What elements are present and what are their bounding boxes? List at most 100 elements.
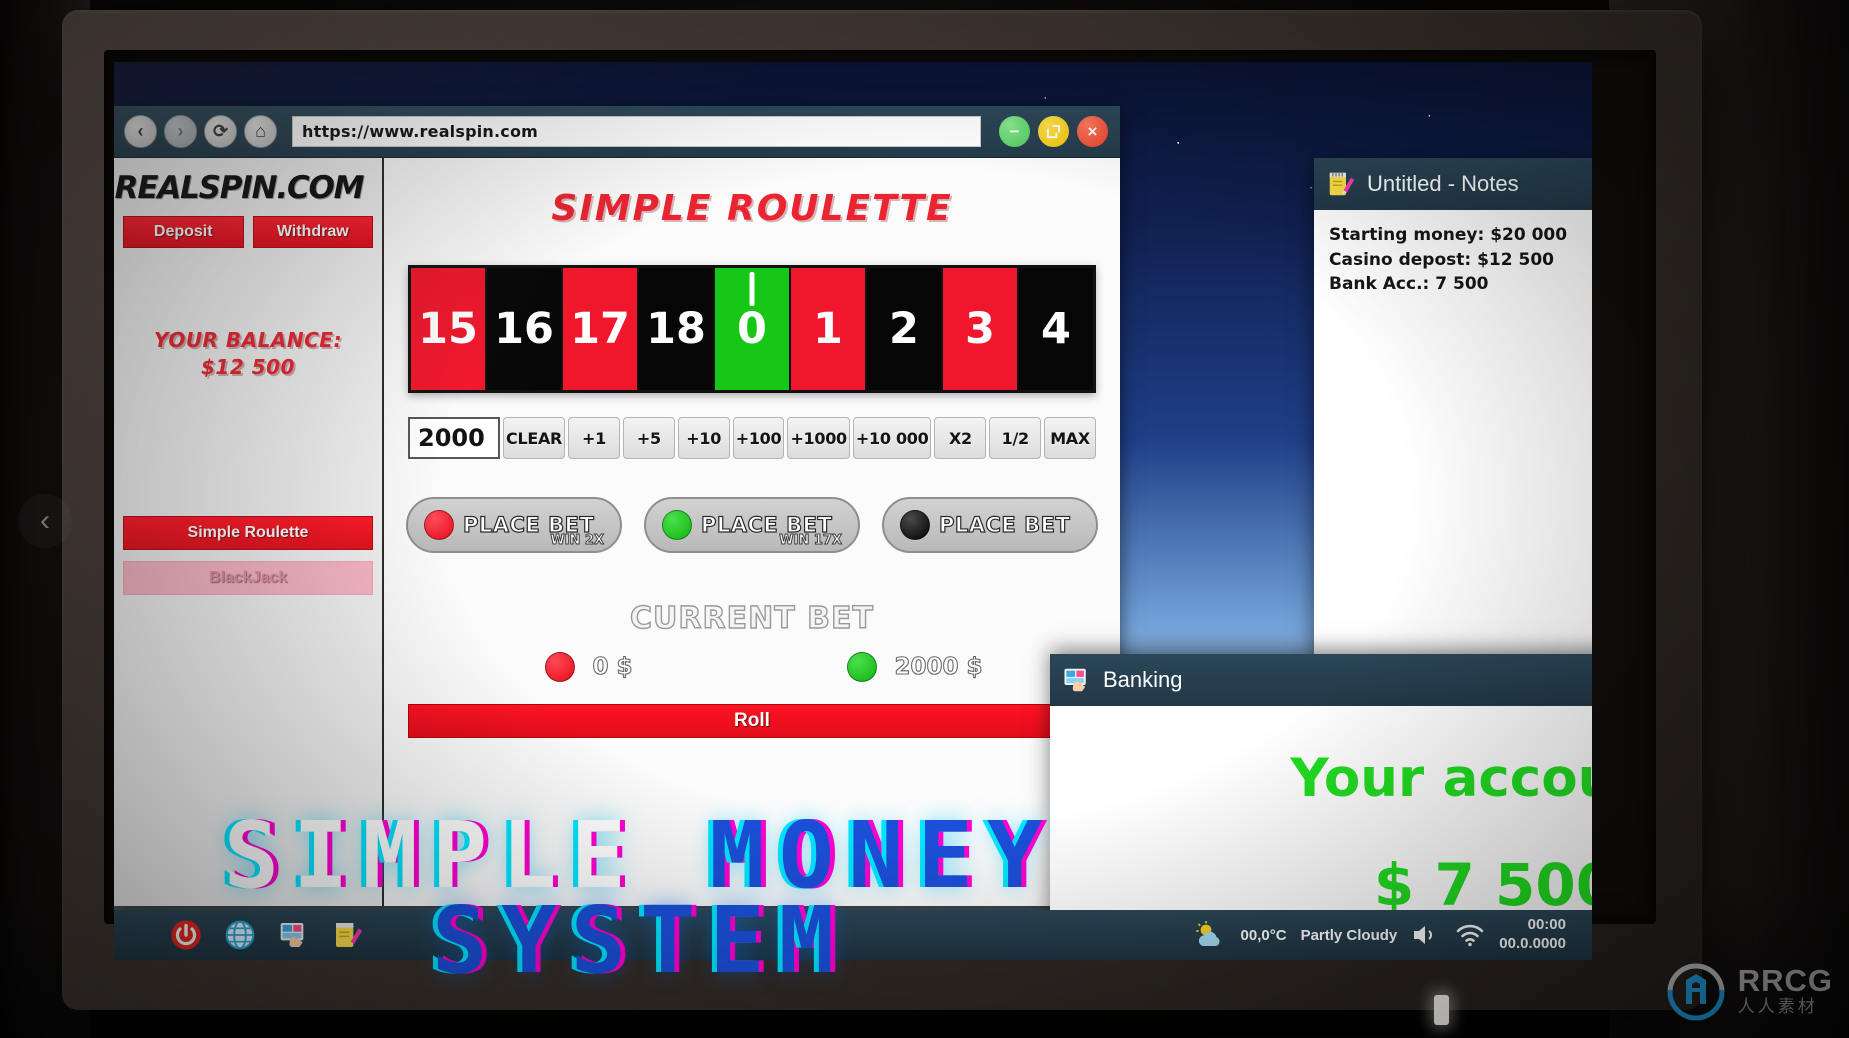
notes-titlebar[interactable]: Untitled - Notes − bbox=[1314, 158, 1592, 210]
browser-close-button[interactable]: × bbox=[1077, 116, 1108, 147]
home-button[interactable]: ⌂ bbox=[244, 115, 277, 148]
taskbar-status-area: 00,0°C Partly Cloudy 00:00 00.0.0000 bbox=[1193, 916, 1582, 954]
wheel-slot[interactable]: 4 bbox=[1019, 268, 1093, 390]
bet-clear-button[interactable]: CLEAR bbox=[503, 417, 566, 459]
bet-plus-1-button[interactable]: +1 bbox=[568, 417, 620, 459]
clock-date: 00.0.0000 bbox=[1499, 935, 1566, 952]
gallery-prev-button[interactable]: ‹ bbox=[18, 494, 72, 548]
wheel-slot-active[interactable]: 0 bbox=[715, 268, 791, 390]
banking-titlebar[interactable]: Banking bbox=[1050, 654, 1592, 706]
back-button[interactable]: ‹ bbox=[124, 115, 157, 148]
clock[interactable]: 00:00 00.0.0000 bbox=[1499, 916, 1566, 954]
power-icon[interactable] bbox=[170, 919, 202, 951]
url-text: https://www.realspin.com bbox=[302, 122, 539, 141]
url-input[interactable]: https://www.realspin.com bbox=[292, 116, 981, 147]
notes-title: Untitled - Notes bbox=[1367, 171, 1519, 196]
balance-label: YOUR BALANCE: bbox=[154, 328, 342, 352]
game-item-blackjack[interactable]: BlackJack bbox=[123, 561, 373, 595]
roulette-wheel: 15 16 17 18 0 1 2 3 4 bbox=[408, 265, 1096, 393]
wifi-icon[interactable] bbox=[1455, 922, 1485, 948]
wheel-pointer bbox=[749, 272, 755, 306]
current-bet-red: 0 $ bbox=[426, 652, 752, 682]
bet-plus-10-button[interactable]: +10 bbox=[677, 417, 730, 459]
browser-content: REALSPIN.COM Deposit Withdraw YOUR BALAN… bbox=[114, 158, 1120, 906]
current-bet-list: 0 $ 2000 $ bbox=[426, 652, 1078, 682]
account-actions: Deposit Withdraw bbox=[114, 206, 382, 248]
close-icon: × bbox=[1087, 121, 1098, 141]
slot-number: 3 bbox=[965, 304, 995, 354]
bet-x2-button[interactable]: X2 bbox=[934, 417, 987, 459]
slot-number: 4 bbox=[1041, 304, 1071, 354]
browser-minimize-button[interactable]: − bbox=[999, 116, 1030, 147]
current-bet-red-amount: 0 $ bbox=[592, 653, 633, 680]
browser-maximize-button[interactable] bbox=[1038, 116, 1069, 147]
slot-number: 15 bbox=[418, 304, 478, 354]
bet-amount-value: 2000 bbox=[418, 424, 485, 452]
game-title: SIMPLE ROULETTE bbox=[551, 188, 953, 229]
notes-line: Starting money: $20 000 bbox=[1329, 225, 1568, 245]
place-bet-green-button[interactable]: PLACE BET WIN 17X bbox=[644, 497, 860, 553]
reload-icon: ⟳ bbox=[212, 121, 229, 141]
place-bet-multiplier: WIN 2X bbox=[550, 533, 605, 549]
chip-black-icon bbox=[900, 510, 930, 540]
bet-plus-100-button[interactable]: +100 bbox=[732, 417, 785, 459]
banking-title: Banking bbox=[1103, 667, 1183, 692]
place-bet-row: PLACE BET WIN 2X PLACE BET WIN 17X PLACE… bbox=[406, 497, 1098, 553]
slot-number: 1 bbox=[813, 304, 843, 354]
banking-icon[interactable] bbox=[278, 919, 310, 951]
casino-logo: REALSPIN.COM bbox=[114, 170, 365, 206]
wheel-slot[interactable]: 1 bbox=[791, 268, 867, 390]
bet-plus-5-button[interactable]: +5 bbox=[622, 417, 675, 459]
slot-number: 18 bbox=[646, 304, 706, 354]
place-bet-red-button[interactable]: PLACE BET WIN 2X bbox=[406, 497, 622, 553]
wheel-slot[interactable]: 16 bbox=[487, 268, 563, 390]
rrcg-logo-icon bbox=[1667, 963, 1725, 1021]
game-item-simple-roulette[interactable]: Simple Roulette bbox=[123, 516, 373, 550]
wheel-slot[interactable]: 15 bbox=[411, 268, 487, 390]
chevron-left-icon: ‹ bbox=[40, 504, 50, 537]
taskbar: 00,0°C Partly Cloudy 00:00 00.0.0000 bbox=[114, 910, 1592, 960]
forward-button[interactable]: › bbox=[164, 115, 197, 148]
reload-button[interactable]: ⟳ bbox=[204, 115, 237, 148]
chip-green-icon bbox=[847, 652, 878, 682]
bet-plus-1000-button[interactable]: +1000 bbox=[787, 417, 850, 459]
wheel-slot[interactable]: 2 bbox=[867, 268, 943, 390]
withdraw-button[interactable]: Withdraw bbox=[252, 216, 373, 248]
slot-number: 17 bbox=[570, 304, 630, 354]
bet-max-button[interactable]: MAX bbox=[1044, 417, 1096, 459]
partly-cloudy-icon bbox=[1195, 921, 1220, 946]
place-bet-black-button[interactable]: PLACE BET bbox=[882, 497, 1098, 553]
game-list: Simple Roulette BlackJack bbox=[123, 516, 373, 606]
wheel-slot[interactable]: 3 bbox=[943, 268, 1019, 390]
globe-icon[interactable] bbox=[224, 919, 256, 951]
slot-number: 0 bbox=[737, 304, 767, 354]
volume-icon[interactable] bbox=[1411, 922, 1441, 948]
bet-half-button[interactable]: 1/2 bbox=[989, 417, 1042, 459]
watermark-text: RRCG bbox=[1737, 963, 1833, 999]
bet-amount-toolbar: 2000 CLEAR +1 +5 +10 +100 +1000 +10 000 … bbox=[408, 417, 1096, 459]
balance-block: YOUR BALANCE: $12 500 bbox=[114, 328, 382, 379]
notes-text-area[interactable]: Starting money: $20 000 Casino depost: $… bbox=[1314, 210, 1592, 310]
forward-icon: › bbox=[177, 121, 184, 141]
slot-number: 16 bbox=[494, 304, 554, 354]
notepad-icon[interactable] bbox=[332, 919, 364, 951]
account-amount: $ 7 500 bbox=[1373, 850, 1592, 919]
bet-amount-input[interactable]: 2000 bbox=[408, 417, 500, 459]
wheel-slot[interactable]: 18 bbox=[639, 268, 715, 390]
current-bet-green-amount: 2000 $ bbox=[894, 653, 983, 680]
current-bet-green: 2000 $ bbox=[752, 652, 1078, 682]
roll-button[interactable]: Roll bbox=[408, 704, 1096, 738]
home-icon: ⌂ bbox=[255, 121, 266, 141]
slot-number: 2 bbox=[889, 304, 919, 354]
balance-value: $12 500 bbox=[201, 355, 295, 379]
notes-window: Untitled - Notes − Starting money: $20 0… bbox=[1314, 158, 1592, 658]
banking-icon bbox=[1064, 668, 1086, 692]
current-bet-title: CURRENT BET bbox=[629, 600, 874, 636]
screenshot-root: ‹ › ⟳ ⌂ https://www.realspin.com − × REA… bbox=[0, 0, 1849, 1038]
wheel-slot[interactable]: 17 bbox=[563, 268, 639, 390]
place-bet-label: PLACE BET bbox=[938, 512, 1071, 537]
deposit-button[interactable]: Deposit bbox=[123, 216, 244, 248]
clock-time: 00:00 bbox=[1527, 916, 1566, 934]
roulette-game-panel: SIMPLE ROULETTE 15 16 17 18 0 1 2 3 4 20… bbox=[384, 158, 1120, 906]
bet-plus-10000-button[interactable]: +10 000 bbox=[852, 417, 932, 459]
